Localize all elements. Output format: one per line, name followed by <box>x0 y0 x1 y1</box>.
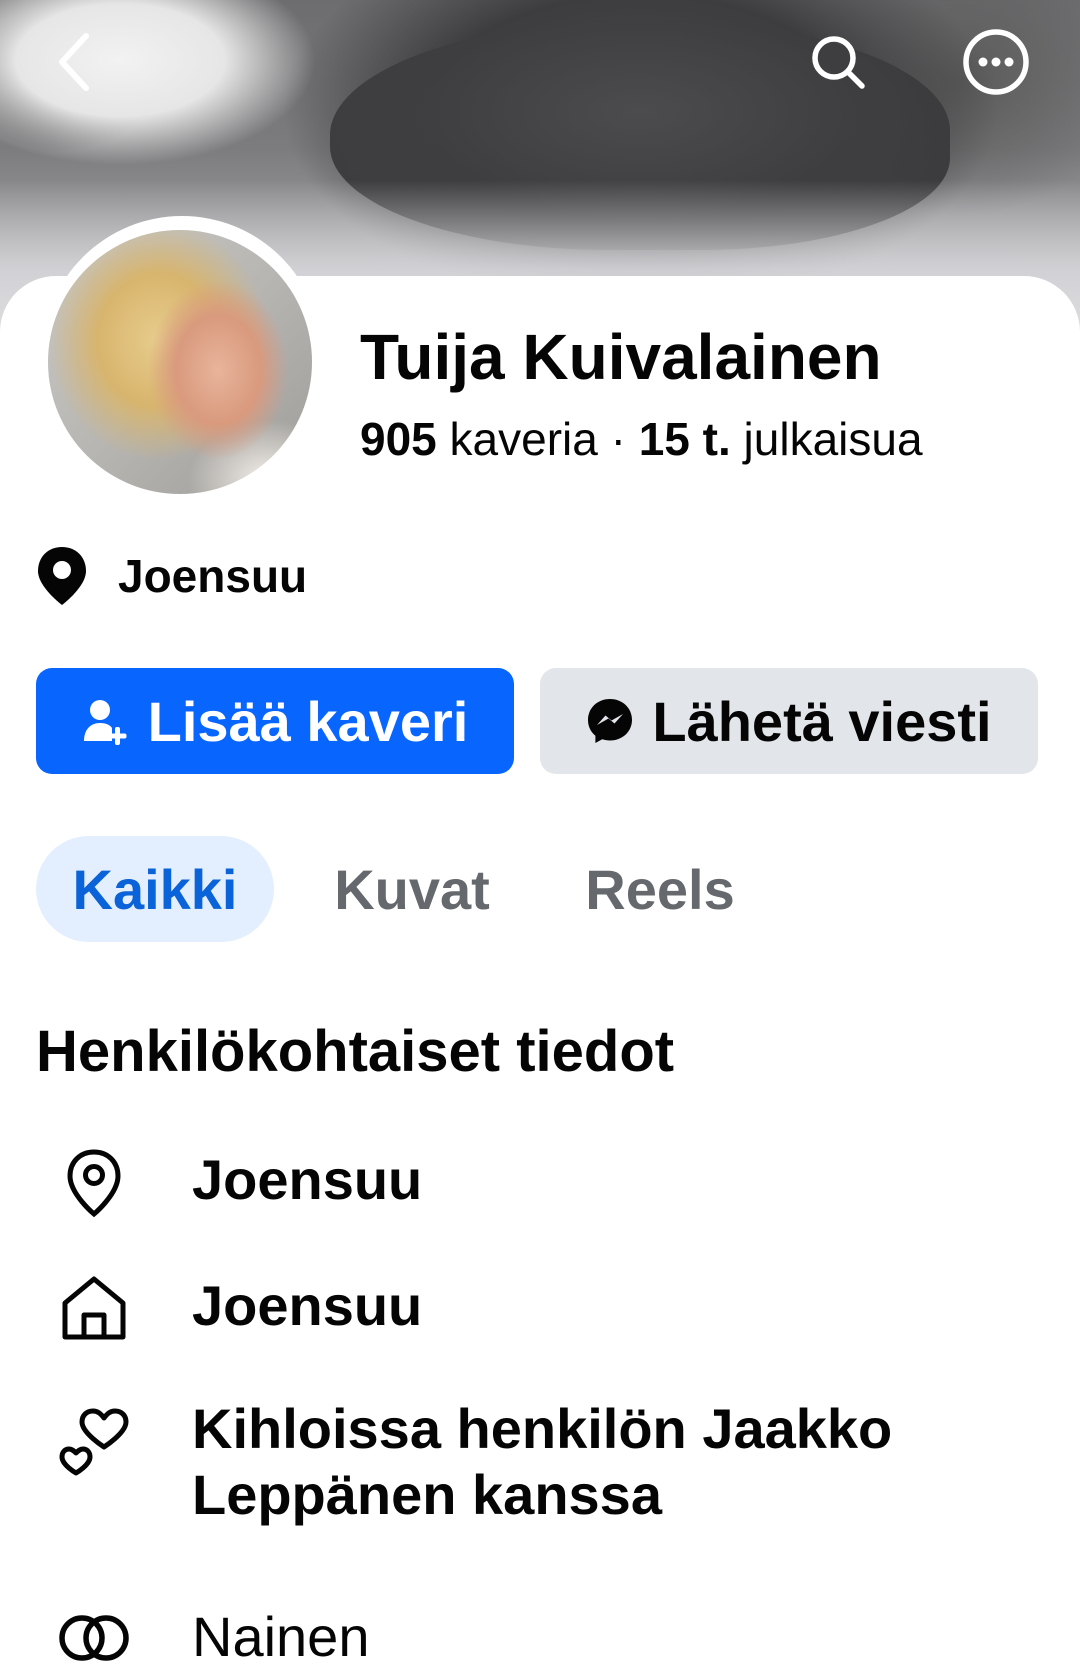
home-icon <box>56 1270 132 1346</box>
tab-reels[interactable]: Reels <box>570 836 750 942</box>
detail-relationship: Kihloissa henkilön Jaakko Leppänen kanss… <box>192 1396 892 1528</box>
location-pin-outline-icon <box>56 1145 132 1221</box>
search-button[interactable] <box>800 24 876 100</box>
detail-gender: Nainen <box>192 1605 370 1668</box>
profile-name: Tuija Kuivalainen <box>360 321 882 393</box>
search-icon <box>812 36 865 89</box>
location-pin-icon <box>38 547 86 605</box>
detail-hometown: Joensuu <box>192 1274 423 1337</box>
friends-count: 905 <box>360 413 437 465</box>
add-friend-icon <box>83 700 127 745</box>
hearts-icon <box>56 1405 132 1481</box>
tab-photos[interactable]: Kuvat <box>322 836 502 942</box>
more-horizontal-circle-icon <box>963 29 1029 95</box>
posts-label: julkaisua <box>743 413 923 465</box>
detail-relationship-line1: Kihloissa henkilön Jaakko <box>192 1397 893 1460</box>
send-message-label: Lähetä viesti <box>652 689 992 753</box>
messenger-icon <box>588 699 633 743</box>
posts-count: 15 t. <box>638 413 731 465</box>
gender-rings-icon <box>56 1600 132 1676</box>
profile-location: Joensuu <box>36 545 307 607</box>
add-friend-button[interactable]: Lisää kaveri <box>36 668 514 774</box>
add-friend-label: Lisää kaveri <box>147 689 469 753</box>
profile-avatar[interactable] <box>48 230 312 494</box>
stats-separator: · <box>610 413 626 465</box>
send-message-button[interactable]: Lähetä viesti <box>540 668 1038 774</box>
detail-relationship-line2: Leppänen kanssa <box>192 1463 662 1526</box>
chevron-left-icon <box>59 33 89 91</box>
section-title-personal-details: Henkilökohtaiset tiedot <box>36 1019 675 1084</box>
profile-location-label: Joensuu <box>118 550 308 602</box>
detail-current-city: Joensuu <box>192 1148 423 1211</box>
friends-label: kaveria <box>449 413 598 465</box>
back-button[interactable] <box>36 24 112 100</box>
more-options-button[interactable] <box>958 24 1034 100</box>
profile-stats[interactable]: 905 kaveria · 15 t. julkaisua <box>360 412 923 466</box>
tab-all[interactable]: Kaikki <box>36 836 274 942</box>
